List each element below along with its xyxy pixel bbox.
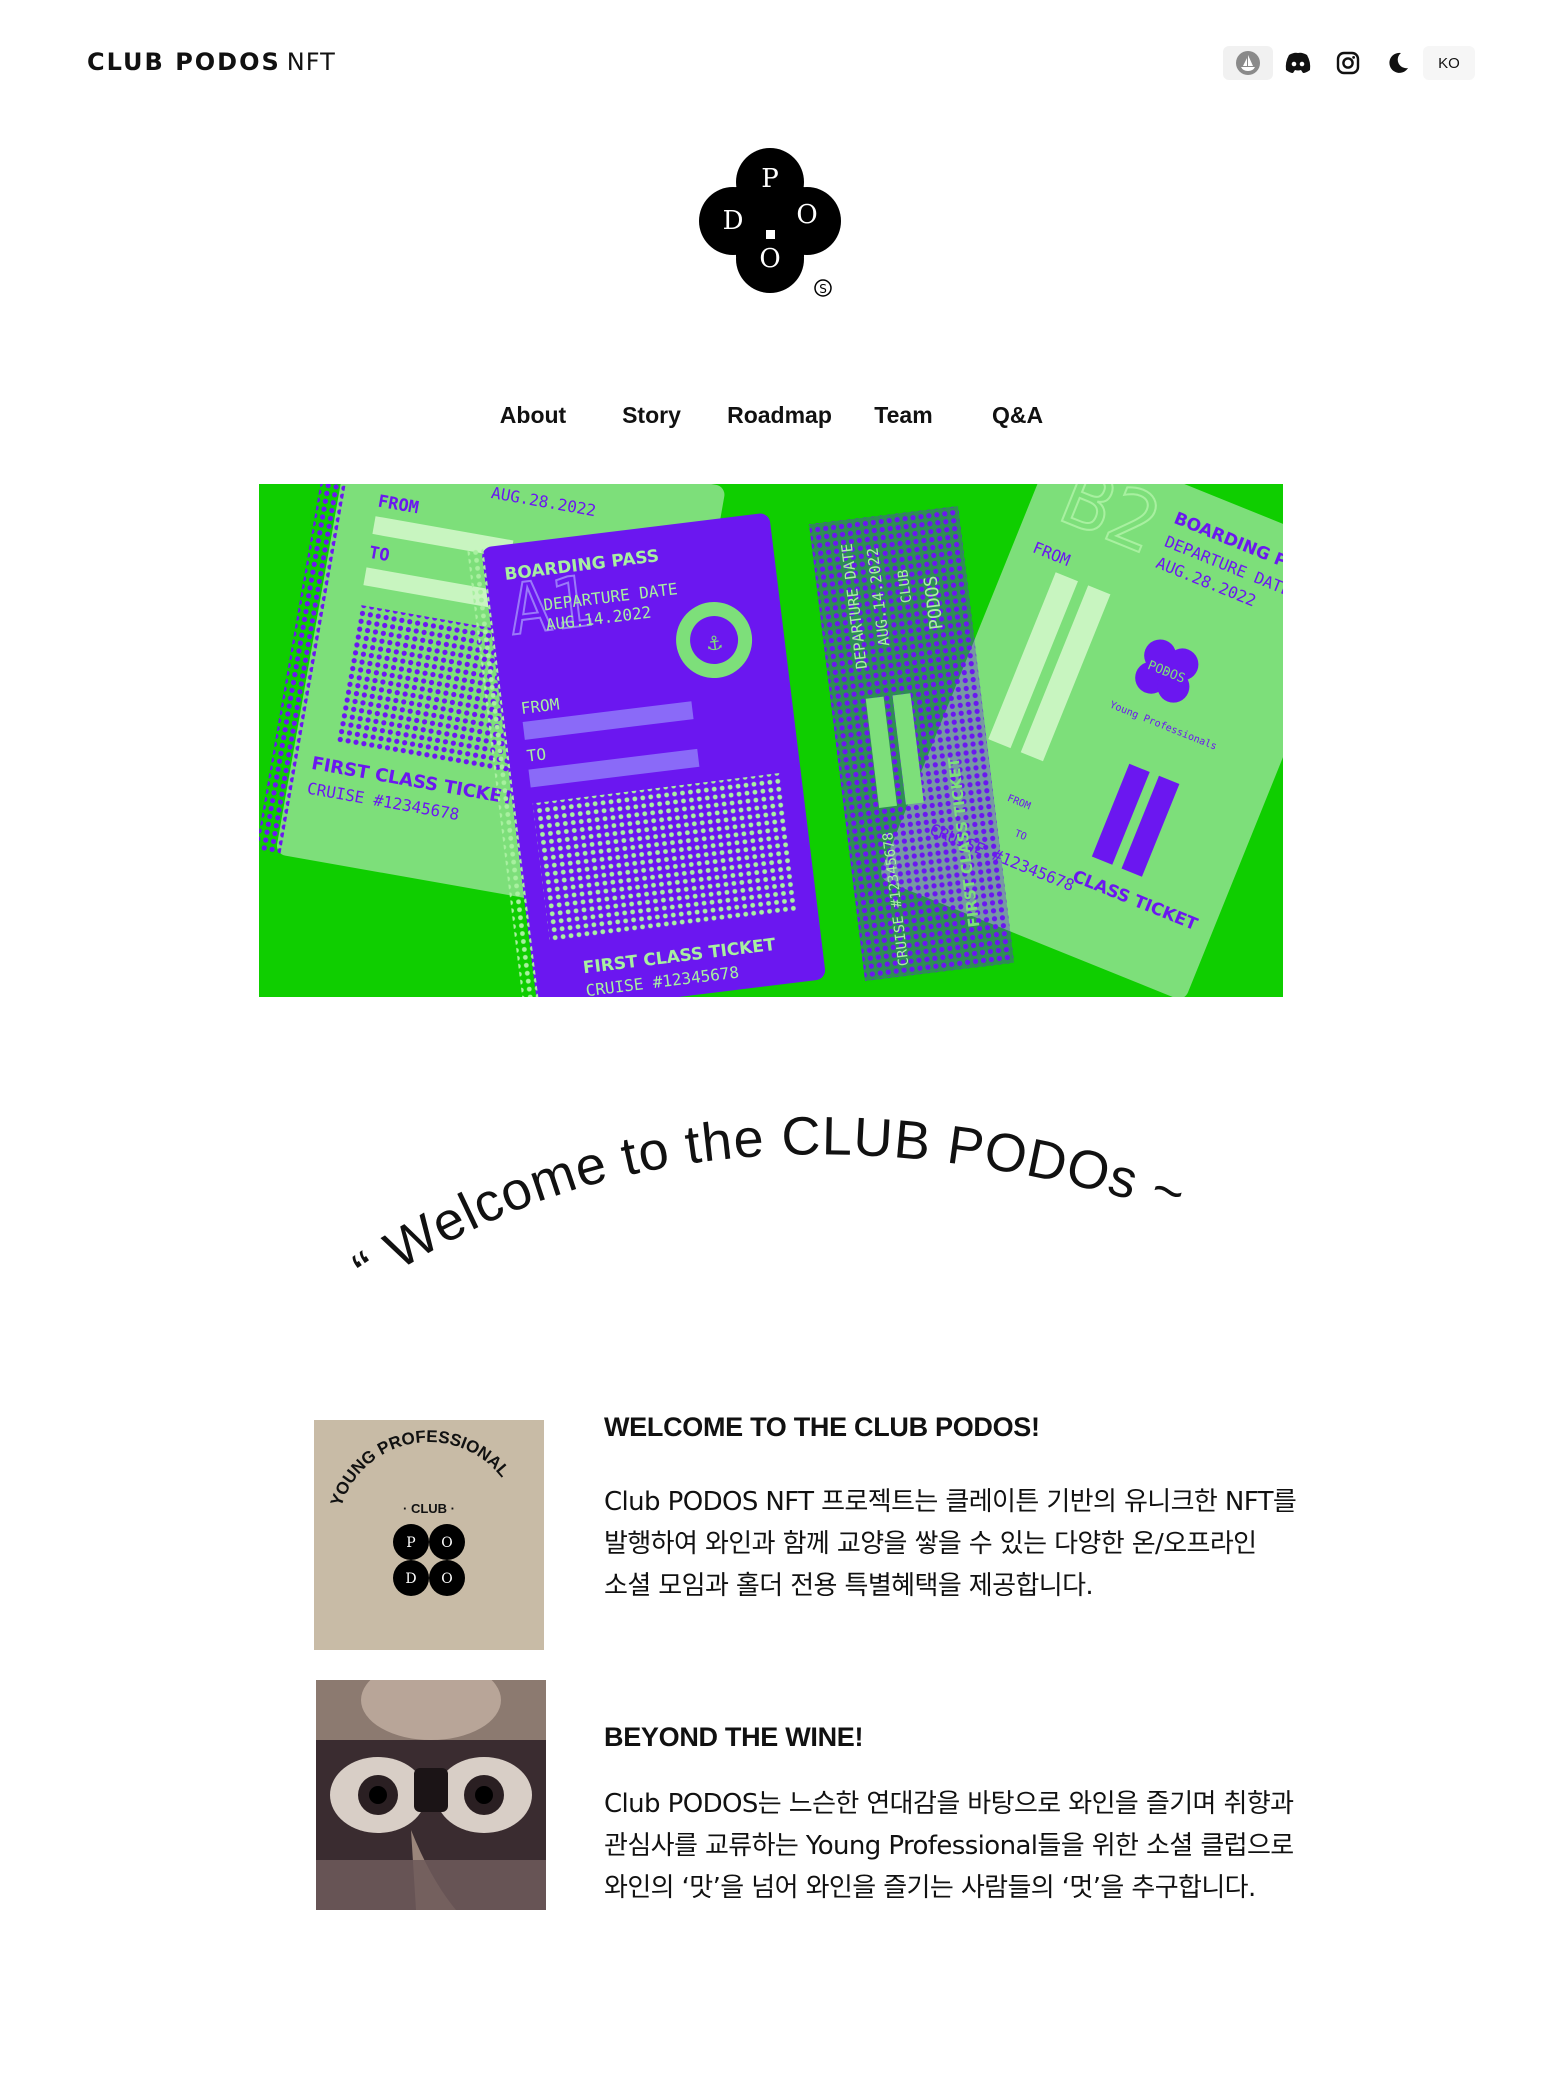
section-beyond-text: BEYOND THE WINE! Club PODOS는 느슨한 연대감을 바탕… — [604, 1722, 1304, 1909]
badge-arc-text: YOUNG PROFESSIONAL — [327, 1427, 514, 1509]
welcome-text: “ Welcome to the CLUB PODOs ~ !!” — [311, 1042, 1208, 1300]
binoculars-face-image — [316, 1660, 546, 1910]
svg-text:“ Welcome to the CLUB PODOs ~: “ Welcome to the CLUB PODOs ~ !!” — [320, 1090, 1209, 1300]
badge-letter-d: D — [405, 1571, 416, 1587]
podos-logo[interactable]: P D O O S — [690, 145, 850, 305]
hero-boarding-pass-image: B2 AUG.28.2022 FROM TO FIRST CLASS TICKE… — [259, 484, 1283, 997]
nav-about[interactable]: About — [474, 402, 593, 429]
logo-letter-p: P — [761, 164, 779, 194]
header-icons: KO — [1223, 46, 1475, 80]
nav-team[interactable]: Team — [849, 402, 959, 429]
section-welcome-line-2: 발행하여 와인과 함께 교양을 쌓을 수 있는 다양한 온/오프라인 — [604, 1529, 1257, 1559]
section-beyond-line-1: Club PODOS는 느슨한 연대감을 바탕으로 와인을 즐기며 취향과 — [604, 1789, 1294, 1819]
nav-roadmap[interactable]: Roadmap — [711, 402, 849, 429]
section-welcome-line-1: Club PODOS NFT 프로젝트는 클레이튼 기반의 유니크한 NFT를 — [604, 1487, 1297, 1517]
brand-wordmark[interactable]: CLUB PODOS NFT — [87, 48, 336, 76]
brand-bold: CLUB PODOS — [87, 48, 281, 76]
badge-letter-o2: O — [441, 1571, 452, 1587]
svg-text:YOUNG PROFESSIONAL: YOUNG PROFESSIONAL — [327, 1427, 514, 1509]
badge-letter-o1: O — [441, 1535, 452, 1551]
badge-letter-p: P — [406, 1535, 415, 1551]
young-professional-badge-image: YOUNG PROFESSIONAL · CLUB · P O D O — [314, 1420, 544, 1650]
discord-icon[interactable] — [1273, 46, 1323, 80]
section-beyond-line-3: 와인의 ‘맛’을 넘어 와인을 즐기는 사람들의 ‘멋’을 추구합니다. — [604, 1873, 1256, 1903]
badge-club-text: · CLUB · — [403, 1501, 455, 1516]
section-beyond-title: BEYOND THE WINE! — [604, 1722, 864, 1752]
moon-icon[interactable] — [1373, 46, 1423, 80]
section-welcome-line-3: 소셜 모임과 홀더 전용 특별혜택을 제공합니다. — [604, 1571, 1094, 1601]
welcome-arc-heading: “ Welcome to the CLUB PODOs ~ !!” — [311, 1042, 1260, 1320]
logo-letter-o2: O — [759, 244, 780, 274]
section-welcome-text: WELCOME TO THE CLUB PODOS! Club PODOS NF… — [604, 1412, 1304, 1607]
opensea-icon[interactable] — [1223, 46, 1273, 80]
left-to: TO — [367, 543, 391, 566]
logo-letter-d: D — [723, 206, 744, 236]
nav-qa[interactable]: Q&A — [959, 402, 1077, 429]
section-welcome-title: WELCOME TO THE CLUB PODOS! — [604, 1412, 1040, 1442]
nav-story[interactable]: Story — [593, 402, 711, 429]
center-to: TO — [526, 744, 547, 765]
logo-mark: S — [819, 282, 827, 296]
section-beyond-line-2: 관심사를 교류하는 Young Professional들을 위한 소셜 클럽으… — [604, 1831, 1294, 1861]
language-toggle[interactable]: KO — [1423, 46, 1475, 80]
main-nav: About Story Roadmap Team Q&A — [0, 402, 1545, 429]
top-bar: CLUB PODOS NFT KO — [0, 0, 1545, 130]
instagram-icon[interactable] — [1323, 46, 1373, 80]
logo-letter-o1: O — [796, 200, 817, 230]
brand-nft: NFT — [286, 48, 336, 76]
